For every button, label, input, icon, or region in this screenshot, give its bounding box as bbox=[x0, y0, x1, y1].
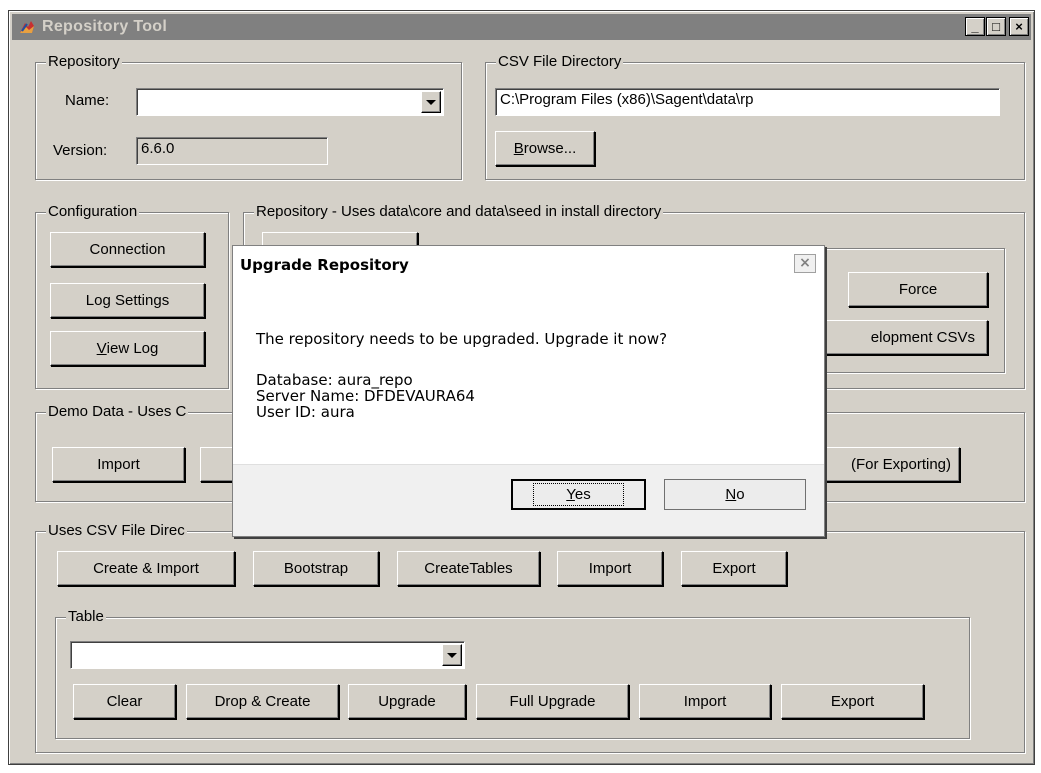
browse-accel: B bbox=[513, 140, 524, 157]
browse-label: rowse... bbox=[523, 140, 577, 157]
yes-label: es bbox=[574, 486, 591, 503]
browse-button[interactable]: Browse... bbox=[495, 131, 595, 166]
chevron-down-icon bbox=[447, 652, 457, 658]
view-log-label: iew Log bbox=[106, 340, 159, 357]
dialog-database: Database: aura_repo bbox=[256, 371, 413, 389]
title-bar[interactable]: Repository Tool _ □ × bbox=[12, 14, 1031, 40]
configuration-legend: Configuration bbox=[46, 203, 140, 220]
demo-data-legend: Demo Data - Uses C bbox=[46, 403, 189, 420]
dialog-user-id: User ID: aura bbox=[256, 403, 355, 421]
yes-accel: Y bbox=[566, 486, 575, 503]
log-settings-button[interactable]: Log Settings bbox=[50, 283, 205, 318]
dropdown-arrow-button[interactable] bbox=[421, 91, 441, 113]
dialog-close-button[interactable]: × bbox=[794, 254, 816, 273]
drop-create-button[interactable]: Drop & Create bbox=[186, 684, 339, 719]
full-upgrade-button[interactable]: Full Upgrade bbox=[476, 684, 629, 719]
table-dropdown-arrow-button[interactable] bbox=[442, 644, 462, 666]
dialog-body: The repository needs to be upgraded. Upg… bbox=[233, 282, 824, 464]
csv-directory-path-input[interactable]: C:\Program Files (x86)\Sagent\data\rp bbox=[495, 88, 1000, 116]
dialog-message: The repository needs to be upgraded. Upg… bbox=[256, 330, 668, 348]
app-icon bbox=[20, 21, 34, 33]
view-log-accel: V bbox=[96, 340, 107, 357]
table-group: Table bbox=[55, 608, 970, 739]
table-upgrade-button[interactable]: Upgrade bbox=[348, 684, 466, 719]
demo-import-button[interactable]: Import bbox=[52, 447, 185, 482]
repository-name-dropdown[interactable] bbox=[136, 88, 444, 116]
bootstrap-button[interactable]: Bootstrap bbox=[253, 551, 379, 586]
dialog-footer: Yes No bbox=[233, 464, 824, 536]
dialog-title: Upgrade Repository bbox=[240, 256, 409, 274]
yes-button[interactable]: Yes bbox=[511, 479, 646, 510]
minimize-button[interactable]: _ bbox=[965, 17, 985, 36]
table-export-button[interactable]: Export bbox=[781, 684, 924, 719]
minimize-icon: _ bbox=[971, 19, 979, 34]
version-label: Version: bbox=[53, 142, 108, 159]
view-log-button[interactable]: View Log bbox=[50, 331, 205, 366]
connection-button[interactable]: Connection bbox=[50, 232, 205, 267]
chevron-down-icon bbox=[426, 99, 436, 105]
create-tables-button[interactable]: CreateTables bbox=[397, 551, 540, 586]
window-title: Repository Tool bbox=[42, 18, 168, 35]
maximize-icon: □ bbox=[992, 19, 1000, 34]
dialog-title-bar[interactable]: Upgrade Repository × bbox=[233, 246, 824, 282]
table-clear-button[interactable]: Clear bbox=[73, 684, 176, 719]
dialog-server-name: Server Name: DFDEVAURA64 bbox=[256, 387, 475, 405]
close-icon: × bbox=[1015, 19, 1023, 34]
no-label: o bbox=[736, 486, 745, 503]
no-button[interactable]: No bbox=[664, 479, 806, 510]
name-label: Name: bbox=[65, 92, 110, 109]
create-import-button[interactable]: Create & Import bbox=[57, 551, 235, 586]
uses-csv-legend: Uses CSV File Direc bbox=[46, 522, 187, 539]
table-dropdown[interactable] bbox=[70, 641, 465, 669]
close-button[interactable]: × bbox=[1009, 17, 1029, 36]
csv-import-button[interactable]: Import bbox=[557, 551, 663, 586]
table-legend: Table bbox=[66, 608, 106, 625]
table-import-button[interactable]: Import bbox=[639, 684, 771, 719]
force-button[interactable]: Force bbox=[848, 272, 988, 307]
no-accel: N bbox=[725, 486, 737, 503]
repository-install-legend: Repository - Uses data\core and data\see… bbox=[254, 203, 664, 220]
csv-directory-legend: CSV File Directory bbox=[496, 53, 624, 70]
development-csvs-button[interactable]: elopment CSVs bbox=[808, 320, 988, 355]
csv-export-button[interactable]: Export bbox=[681, 551, 787, 586]
upgrade-repository-dialog: Upgrade Repository × The repository need… bbox=[232, 245, 825, 537]
repository-legend: Repository bbox=[46, 53, 122, 70]
version-field: 6.6.0 bbox=[136, 137, 328, 165]
close-icon: × bbox=[799, 255, 811, 271]
maximize-button[interactable]: □ bbox=[986, 17, 1006, 36]
